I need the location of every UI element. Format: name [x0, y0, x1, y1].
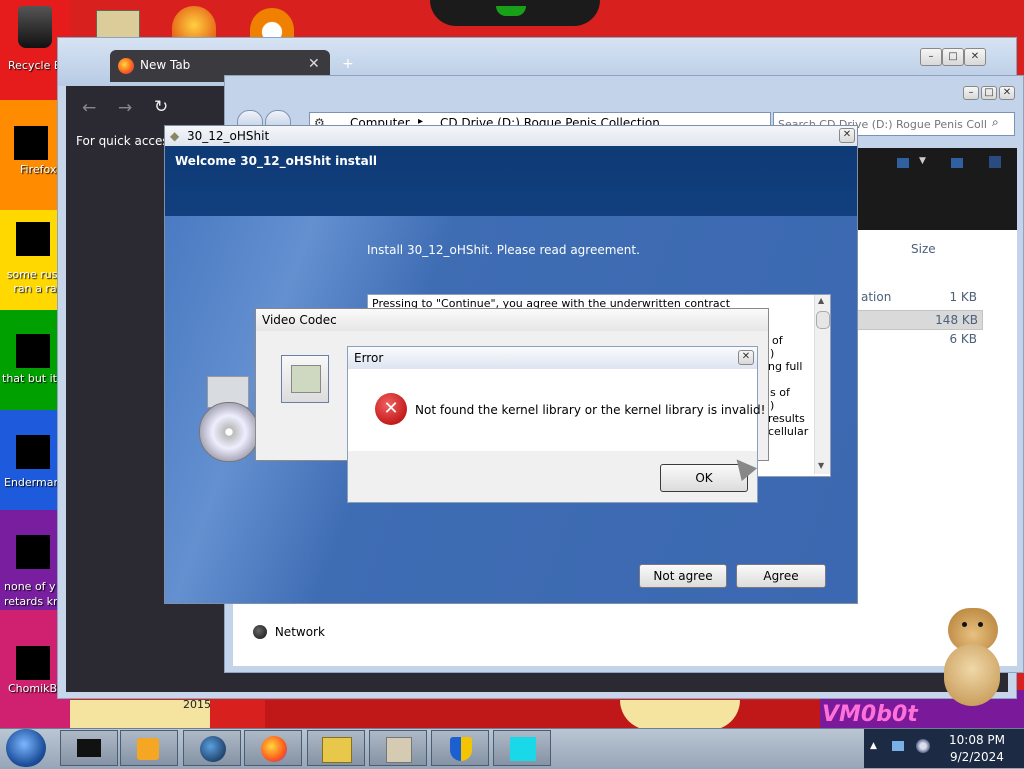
taskbar-item-globe[interactable]	[183, 730, 241, 766]
tab-close-icon[interactable]: ✕	[308, 56, 320, 72]
new-tab-icon[interactable]: +	[342, 56, 354, 72]
agreement-fragment: s of	[770, 386, 790, 399]
desktop-icon-top-1[interactable]	[96, 10, 140, 40]
system-tray: ▲ 10:08 PM 9/2/2024	[864, 729, 1024, 768]
file-size: 148 KB	[935, 313, 978, 327]
terminal-icon	[77, 739, 101, 757]
installer-titlebar[interactable]: ◆ 30_12_oHShit ✕	[165, 126, 857, 146]
clock-date[interactable]: 9/2/2024	[950, 750, 1004, 764]
shield-icon	[450, 737, 472, 761]
start-button[interactable]	[6, 729, 46, 767]
taskbar-item-installer[interactable]	[369, 730, 427, 766]
explorer-close-button[interactable]: ✕	[999, 86, 1015, 100]
media-player-icon	[137, 738, 159, 760]
file-row-selected[interactable]: 148 KB	[853, 310, 983, 330]
forward-icon[interactable]: →	[118, 98, 132, 118]
agree-button[interactable]: Agree	[736, 564, 826, 588]
network-label: Network	[274, 624, 325, 639]
firefox-icon	[118, 58, 134, 74]
globe-icon	[200, 736, 226, 762]
agreement-fragment: cellular	[768, 425, 809, 438]
desktop-icon-label: Firefox	[20, 163, 57, 176]
view-dropdown-icon[interactable]: ▼	[919, 156, 926, 166]
error-title: Error	[354, 351, 384, 365]
app-icon	[16, 435, 50, 469]
back-icon[interactable]: ←	[82, 98, 96, 118]
taskbar-item-shield[interactable]	[431, 730, 489, 766]
clock-time[interactable]: 10:08 PM	[949, 733, 1005, 747]
error-dialog: Error ✕ ✕ Not found the kernel library o…	[347, 346, 765, 503]
installer-icon	[386, 737, 412, 763]
installer-header-title: Welcome 30_12_oHShit install	[175, 154, 377, 168]
taskbar-item-cyan-app[interactable]	[493, 730, 551, 766]
tab-title: New Tab	[140, 58, 191, 72]
file-size: 1 KB	[949, 290, 977, 304]
file-size: 6 KB	[949, 332, 977, 346]
explorer-maximize-button[interactable]: □	[981, 86, 997, 100]
preview-pane-icon[interactable]	[951, 158, 963, 168]
view-icon[interactable]	[897, 158, 909, 168]
volume-icon[interactable]	[916, 739, 930, 753]
desktop-icon-label: Recycle B	[8, 59, 62, 72]
error-message-area: ✕ Not found the kernel library or the ke…	[348, 369, 765, 451]
folder-icon	[322, 737, 352, 763]
installer-header: Welcome 30_12_oHShit install	[165, 146, 857, 216]
firefox-icon	[14, 126, 48, 160]
column-header-size[interactable]: Size	[911, 242, 936, 256]
error-close-button[interactable]: ✕	[738, 350, 754, 365]
file-row[interactable]: ation 1 KB	[853, 288, 981, 306]
watermark-text: VM0b0t	[822, 702, 918, 727]
firefox-icon	[261, 736, 287, 762]
taskbar-item-firefox[interactable]	[244, 730, 302, 766]
agreement-fragment: ng full	[768, 360, 803, 373]
year-text: 2015	[183, 698, 211, 711]
search-icon[interactable]: ⌕	[992, 115, 999, 130]
codec-installer-icon	[281, 355, 329, 403]
video-codec-title: Video Codec	[262, 313, 337, 327]
desktop-icon-label: Enderman	[4, 476, 61, 489]
hamster-icon	[16, 646, 50, 680]
nav-network[interactable]: Network	[253, 624, 325, 639]
browser-close-button[interactable]: ✕	[964, 48, 986, 66]
taskbar-item-terminal[interactable]	[60, 730, 118, 766]
agreement-fragment: of	[772, 334, 783, 347]
explorer-minimize-button[interactable]: –	[963, 86, 979, 100]
video-codec-titlebar[interactable]: Video Codec	[256, 309, 768, 331]
desktop-icon-label: that but its	[2, 372, 63, 385]
file-icon	[16, 334, 50, 368]
network-icon	[253, 624, 267, 639]
installer-title: 30_12_oHShit	[187, 129, 270, 143]
agreement-fragment: )	[770, 347, 775, 360]
error-message: Not found the kernel library or the kern…	[415, 403, 766, 417]
not-agree-button[interactable]: Not agree	[639, 564, 727, 588]
taskbar-item-media-player[interactable]	[120, 730, 178, 766]
network-tray-icon[interactable]	[892, 741, 904, 751]
taskbar-item-explorer[interactable]	[307, 730, 365, 766]
tray-expand-icon[interactable]: ▲	[870, 741, 877, 751]
reload-icon[interactable]: ↻	[154, 97, 168, 117]
recycle-bin-icon	[18, 6, 52, 48]
installer-instruction: Install 30_12_oHShit. Please read agreem…	[367, 243, 640, 257]
file-type: ation	[861, 290, 892, 304]
agreement-fragment: results	[768, 412, 805, 425]
browser-maximize-button[interactable]: □	[942, 48, 964, 66]
agreement-scrollbar[interactable]: ▲ ▼	[814, 295, 830, 474]
browser-minimize-button[interactable]: –	[920, 48, 942, 66]
error-icon: ✕	[375, 393, 407, 425]
agreement-fragment: )	[770, 399, 775, 412]
scroll-up-icon[interactable]: ▲	[818, 296, 824, 305]
scroll-down-icon[interactable]: ▼	[818, 461, 824, 470]
cd-image	[199, 376, 259, 462]
installer-close-button[interactable]: ✕	[839, 128, 855, 143]
file-icon	[16, 222, 50, 256]
desktop-icon-label: ChomikB	[8, 682, 58, 695]
error-titlebar[interactable]: Error ✕	[348, 347, 757, 369]
scroll-thumb[interactable]	[816, 311, 830, 329]
app-icon	[510, 737, 536, 761]
help-icon[interactable]	[989, 156, 1001, 168]
file-icon	[16, 535, 50, 569]
installer-icon: ◆	[170, 129, 180, 143]
file-row[interactable]: 6 KB	[853, 330, 981, 348]
hamster-image	[934, 604, 1008, 708]
